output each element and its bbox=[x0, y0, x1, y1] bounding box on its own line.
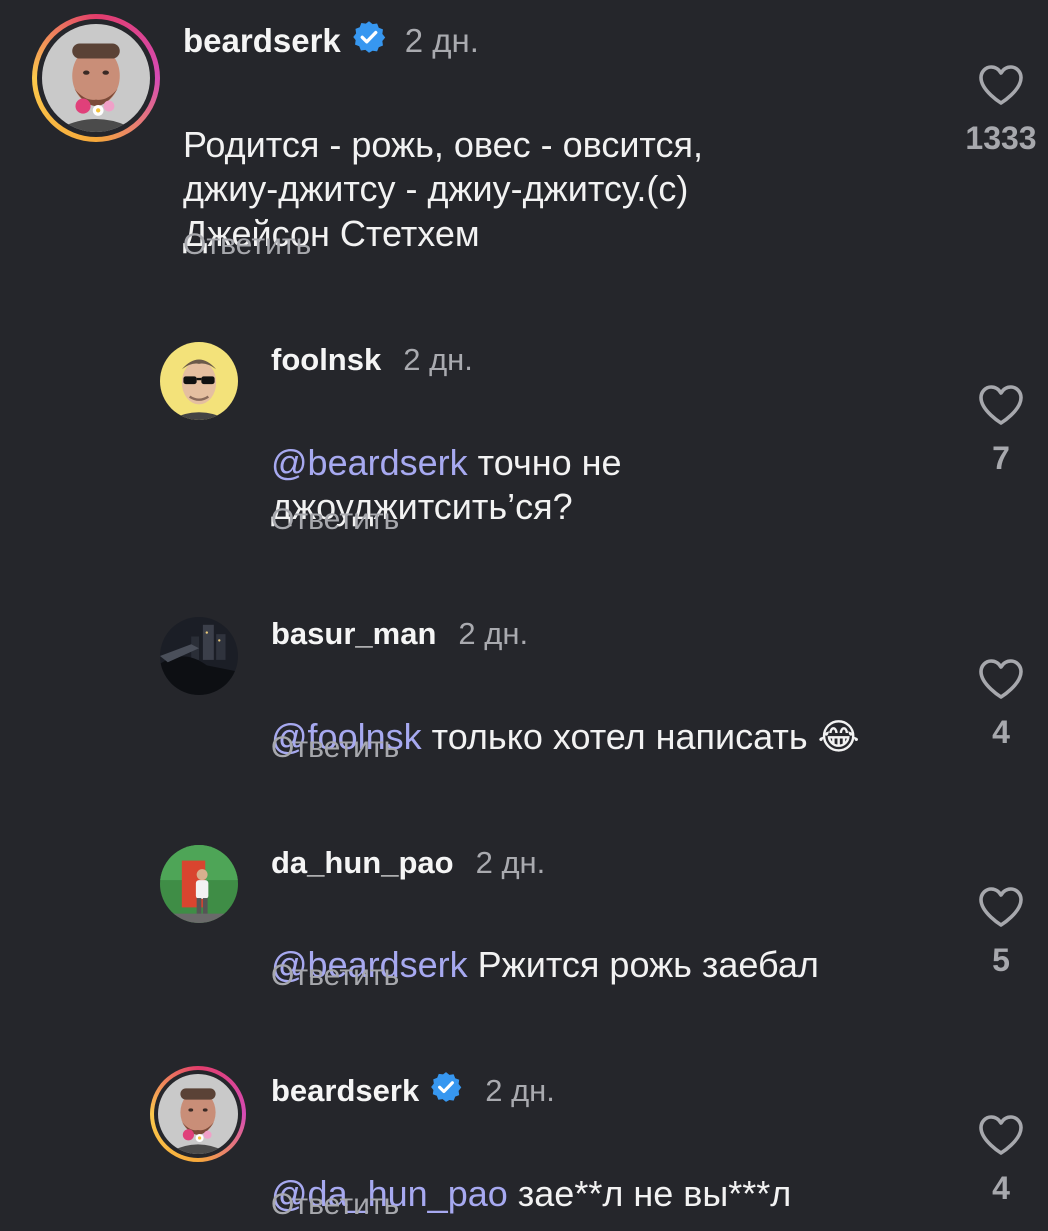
comment-timestamp: 2 дн. bbox=[458, 616, 529, 651]
person-standing-avatar-image bbox=[160, 845, 238, 923]
heart-outline-icon[interactable] bbox=[977, 656, 1025, 700]
comment-username[interactable]: beardserk bbox=[183, 22, 341, 60]
comment-body: только хотел написать 😂 bbox=[421, 715, 860, 757]
like-button[interactable]: 5 bbox=[955, 884, 1047, 979]
night-city-avatar-image bbox=[160, 617, 238, 695]
reply-button[interactable]: Ответить bbox=[271, 1188, 399, 1222]
heart-outline-icon[interactable] bbox=[977, 884, 1025, 928]
reply-button[interactable]: Ответить bbox=[183, 228, 311, 262]
like-button[interactable]: 1333 bbox=[955, 62, 1047, 157]
bearded-man-avatar-image bbox=[42, 24, 150, 132]
like-count: 4 bbox=[992, 1170, 1010, 1206]
comment-body: Ржится рожь заебал bbox=[467, 943, 819, 985]
like-count: 7 bbox=[992, 440, 1010, 476]
comment-username[interactable]: basur_man bbox=[271, 616, 436, 652]
like-count: 4 bbox=[992, 714, 1010, 750]
comment-username[interactable]: da_hun_pao bbox=[271, 845, 454, 881]
heart-outline-icon[interactable] bbox=[977, 62, 1025, 106]
like-button[interactable]: 7 bbox=[955, 382, 1047, 477]
like-button[interactable]: 4 bbox=[955, 656, 1047, 751]
like-count: 1333 bbox=[965, 120, 1037, 156]
comment-username[interactable]: beardserk bbox=[271, 1073, 419, 1109]
heart-outline-icon[interactable] bbox=[977, 382, 1025, 426]
avatar[interactable] bbox=[32, 14, 160, 142]
bearded-man-avatar-image bbox=[158, 1074, 238, 1154]
reply-button[interactable]: Ответить bbox=[271, 731, 399, 765]
avatar[interactable] bbox=[150, 1066, 246, 1162]
mention-link[interactable]: @beardserk bbox=[271, 442, 468, 483]
comment-timestamp: 2 дн. bbox=[403, 342, 473, 377]
avatar[interactable] bbox=[160, 617, 238, 695]
man-sunglasses-avatar-image bbox=[160, 342, 238, 420]
comment-body: зае**л не вы***л bbox=[507, 1172, 792, 1214]
comment-username[interactable]: foolnsk bbox=[271, 342, 381, 378]
reply-button[interactable]: Ответить bbox=[271, 959, 399, 993]
like-count: 5 bbox=[992, 942, 1010, 978]
reply-button[interactable]: Ответить bbox=[271, 503, 399, 537]
heart-outline-icon[interactable] bbox=[977, 1112, 1025, 1156]
verified-badge-icon bbox=[351, 19, 387, 63]
avatar[interactable] bbox=[160, 845, 238, 923]
comment-timestamp: 2 дн. bbox=[404, 22, 479, 59]
like-button[interactable]: 4 bbox=[955, 1112, 1047, 1207]
comment-timestamp: 2 дн. bbox=[485, 1073, 555, 1108]
verified-badge-icon bbox=[429, 1070, 463, 1112]
avatar[interactable] bbox=[160, 342, 238, 420]
comment-timestamp: 2 дн. bbox=[475, 845, 546, 880]
